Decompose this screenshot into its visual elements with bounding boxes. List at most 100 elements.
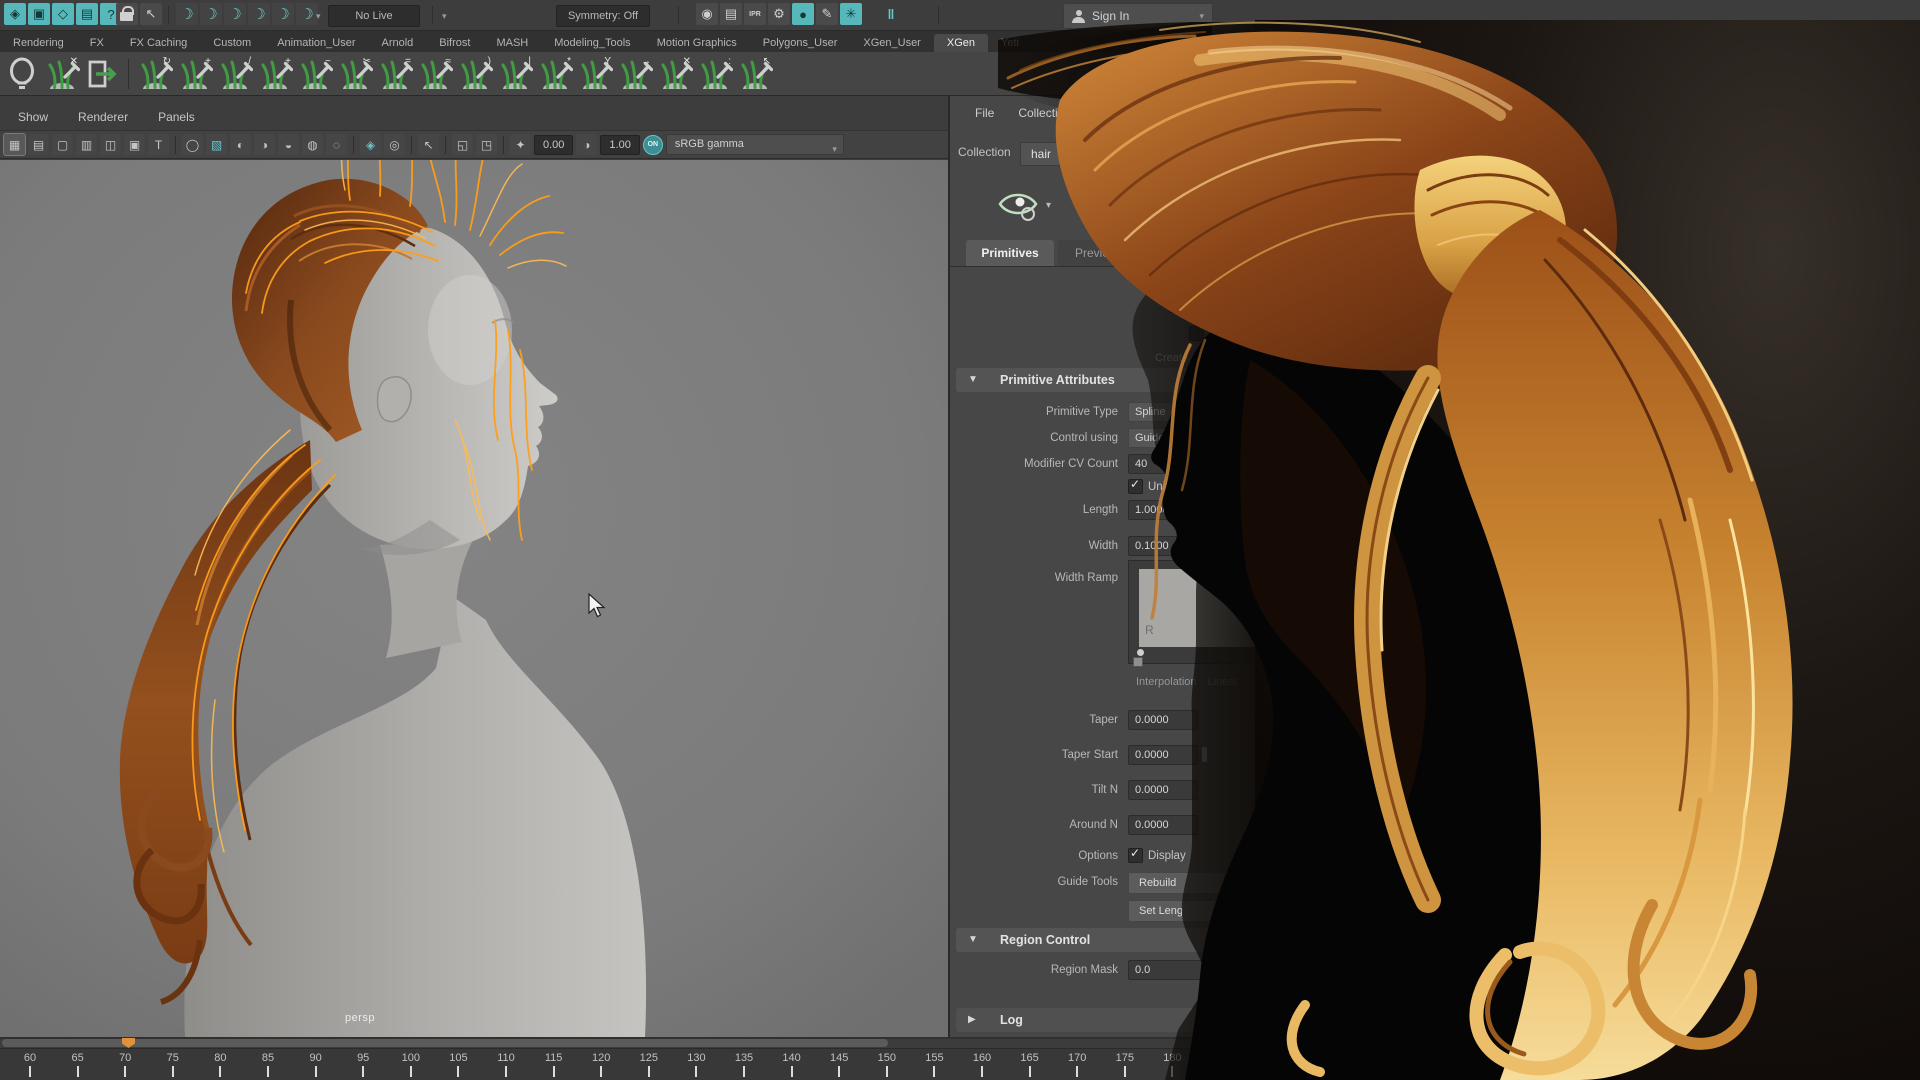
select-hierarchy-icon[interactable]: ◈ <box>4 3 26 25</box>
chevron-down-icon[interactable]: ▾ <box>1046 200 1051 211</box>
shadows-icon[interactable]: ◒ <box>278 134 299 155</box>
collection-name-input[interactable]: hair <box>1020 142 1362 166</box>
colorspace-dropdown[interactable]: sRGB gamma ▾ <box>666 134 844 155</box>
sign-in-button[interactable]: Sign In ▾ <box>1063 3 1213 29</box>
open-render-view-icon[interactable]: ◉ <box>696 3 718 25</box>
delete-description-icon[interactable]: ✕ <box>44 56 80 92</box>
select-guides-brush-icon[interactable]: ↖ <box>737 56 773 92</box>
shelf-tab-rendering[interactable]: Rendering <box>0 34 77 52</box>
xgen-checkbox-checked[interactable] <box>1169 298 1184 313</box>
render-sequence-icon[interactable]: ✎ <box>816 3 838 25</box>
node-editor-icon[interactable]: ✳ <box>840 3 862 25</box>
direction-brush-icon[interactable]: → <box>617 56 653 92</box>
cut-guides-brush-icon[interactable]: ✂ <box>337 56 373 92</box>
snap-view-plane-icon[interactable]: ☽ <box>272 3 294 25</box>
add-cv-brush-icon[interactable]: + <box>257 56 293 92</box>
exposure-icon[interactable]: ✦ <box>510 134 531 155</box>
isolate-select-icon[interactable]: ◈ <box>360 134 381 155</box>
smooth-guides-brush-icon[interactable]: = <box>377 56 413 92</box>
safe-title-icon[interactable]: T <box>148 134 169 155</box>
section-primitive-attributes[interactable]: ▼ Primitive Attributes <box>956 368 1406 392</box>
taper-field[interactable]: 0.0000 <box>1128 710 1198 730</box>
tab-primitives[interactable]: Primitives <box>966 240 1054 266</box>
xgen-lamp-icon[interactable] <box>4 56 40 92</box>
uniform-cvs-checkbox[interactable] <box>1128 479 1143 494</box>
menu-renderer[interactable]: Renderer <box>78 110 128 124</box>
ambient-occlusion-icon[interactable]: ◍ <box>302 134 323 155</box>
shelf-tab-animation_user[interactable]: Animation_User <box>264 34 368 52</box>
color-management-on-icon[interactable]: ON <box>643 135 663 155</box>
display-checkbox[interactable] <box>1128 848 1143 863</box>
chevron-down-icon[interactable]: ▾ <box>1122 200 1127 211</box>
menu-panels[interactable]: Panels <box>158 110 195 124</box>
wireframe-icon[interactable]: ◯ <box>182 134 203 155</box>
select-tool-icon[interactable]: ↖ <box>140 3 162 25</box>
safe-action-icon[interactable]: ▣ <box>124 134 145 155</box>
render-settings-icon[interactable]: ⚙ <box>768 3 790 25</box>
select-object-icon[interactable]: ▣ <box>28 3 50 25</box>
shelf-tab-bifrost[interactable]: Bifrost <box>426 34 483 52</box>
snap-projected-center-icon[interactable]: ☽ <box>248 3 270 25</box>
animation-clip-icon[interactable]: ▤ <box>76 3 98 25</box>
sculpt-guides-brush-icon[interactable]: ~ <box>297 56 333 92</box>
tilt-n-field[interactable]: 0.0000 <box>1128 780 1198 800</box>
width-brush-icon[interactable]: | <box>497 56 533 92</box>
shelf-tab-xgen[interactable]: XGen <box>934 34 988 52</box>
bend-brush-icon[interactable]: ) <box>457 56 493 92</box>
shelf-tab-motion graphics[interactable]: Motion Graphics <box>644 34 750 52</box>
live-surface-field[interactable]: No Live Surface <box>328 5 420 27</box>
interpolation-row[interactable]: Interpolation Linear <box>1136 676 1238 688</box>
menu-collection[interactable]: Collection <box>1018 106 1071 120</box>
modifier-cv-count-field[interactable]: 40 <box>1128 454 1198 474</box>
exposure-field[interactable]: 0.00 <box>534 135 573 155</box>
resolution-gate-icon[interactable]: ▢ <box>52 134 73 155</box>
shelf-tab-fx caching[interactable]: FX Caching <box>117 34 200 52</box>
section-log[interactable]: ▶ Log <box>956 1008 1406 1032</box>
xgen-checkbox[interactable] <box>1189 326 1204 341</box>
shelf-tab-arnold[interactable]: Arnold <box>368 34 426 52</box>
frame-ruler[interactable]: 6065707580859095100105110115120125130135… <box>0 1048 1920 1080</box>
time-slider[interactable]: 6065707580859095100105110115120125130135… <box>0 1037 1920 1080</box>
shaded-mode-icon[interactable]: ▧ <box>206 134 227 155</box>
xgen-checkbox[interactable] <box>1150 270 1165 285</box>
use-all-lights-icon[interactable]: ◑ <box>254 134 275 155</box>
ramp-key-handle[interactable] <box>1137 649 1144 656</box>
create-link[interactable]: Create <box>1155 352 1188 364</box>
around-n-field[interactable]: 0.0000 <box>1128 815 1198 835</box>
snap-grid-icon[interactable]: ☽ <box>176 3 198 25</box>
export-selection-icon[interactable] <box>84 56 120 92</box>
lock-icon[interactable] <box>116 3 138 25</box>
field-chart-icon[interactable]: ◫ <box>100 134 121 155</box>
taper-start-field[interactable]: 0.0000 <box>1128 745 1198 765</box>
preview-visibility-icon[interactable] <box>996 184 1040 224</box>
xray-icon[interactable]: ◎ <box>384 134 405 155</box>
render-current-frame-icon[interactable]: ▤ <box>720 3 742 25</box>
pause-icon[interactable]: ‖ <box>880 3 902 25</box>
slider-handle[interactable] <box>1202 747 1207 762</box>
control-using-dropdown[interactable]: Guides <box>1128 428 1214 448</box>
viewport-canvas[interactable]: persp <box>0 160 948 1037</box>
set-length-button[interactable]: Set Leng <box>1128 900 1258 922</box>
menu-show[interactable]: Show <box>18 110 48 124</box>
width-ramp-widget[interactable]: R <box>1128 560 1270 664</box>
gamma-field[interactable]: 1.00 <box>600 135 639 155</box>
grid-icon[interactable]: ▦ <box>4 134 25 155</box>
part-brush-icon[interactable]: Y <box>577 56 613 92</box>
length-field[interactable]: 1.0000 <box>1128 500 1198 520</box>
shelf-tab-fx[interactable]: FX <box>77 34 117 52</box>
make-live-icon[interactable]: ☽ <box>296 3 318 25</box>
shelf-tab-modeling_tools[interactable]: Modeling_Tools <box>541 34 643 52</box>
update-xgen-preview-icon[interactable]: ↻ <box>137 56 173 92</box>
section-region-control[interactable]: ▼ Region Control <box>956 928 1406 952</box>
snap-curve-icon[interactable]: ☽ <box>200 3 222 25</box>
symmetry-field[interactable]: Symmetry: Off <box>556 5 650 27</box>
gate-mask-icon[interactable]: ▥ <box>76 134 97 155</box>
clump-brush-icon[interactable]: * <box>537 56 573 92</box>
region-mask-field[interactable]: 0.0 <box>1128 960 1296 980</box>
place-guides-brush-icon[interactable]: + <box>177 56 213 92</box>
film-gate-icon[interactable]: ▤ <box>28 134 49 155</box>
chevron-down-icon[interactable]: ▾ <box>316 11 321 22</box>
ipr-render-icon[interactable]: IPR <box>744 3 766 25</box>
snapshot-icon[interactable]: ◳ <box>476 134 497 155</box>
image-plane-icon[interactable]: ◱ <box>452 134 473 155</box>
